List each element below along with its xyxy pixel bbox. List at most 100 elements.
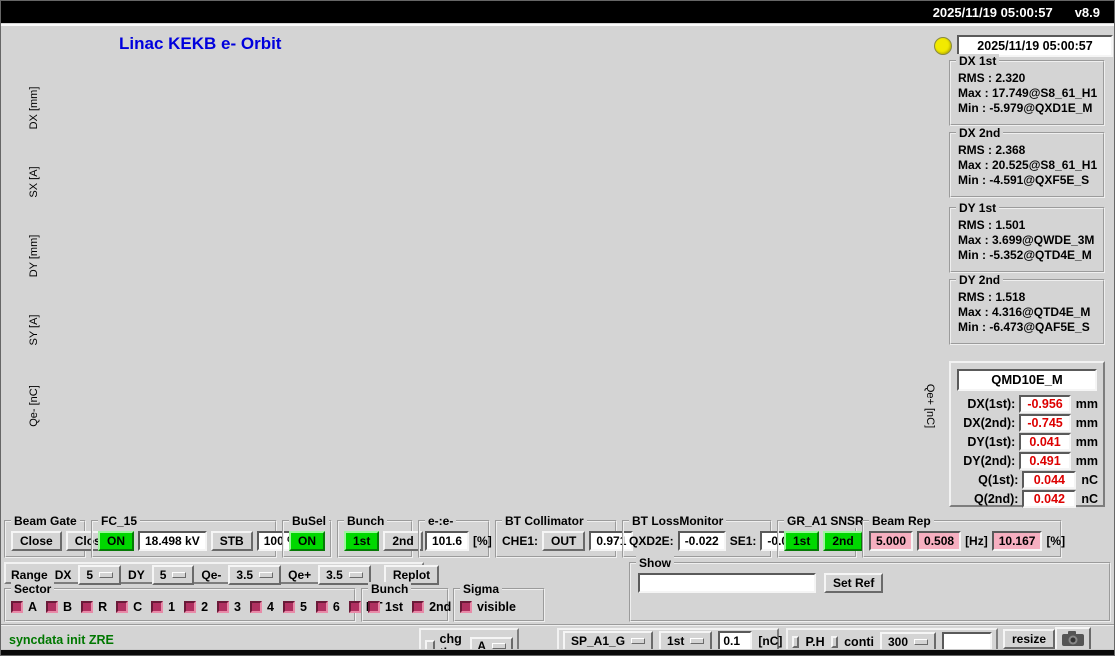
monitor-row-unit: mm: [1075, 415, 1098, 430]
bunch-checkbox-1st[interactable]: [368, 601, 380, 613]
sector-checkbox-r[interactable]: [81, 601, 94, 613]
beam-rep-value-2: 0.508: [917, 531, 962, 551]
ph-checkbox[interactable]: [792, 636, 800, 648]
sp-monitor-select[interactable]: SP_A1_G: [563, 631, 654, 651]
sector-checkbox-c[interactable]: [116, 601, 129, 613]
toggle-item: R: [81, 600, 107, 614]
group-title: Sector: [11, 582, 55, 596]
sector-checkbox-bt[interactable]: [348, 601, 361, 613]
bt-collimator-group: BT Collimator CHE1: OUT 0.971: [495, 514, 634, 558]
fc15-group: FC_15 ON 18.498 kV STB 100 %: [91, 514, 305, 558]
ee-ratio-group: e-:e- 101.6 [%]: [418, 514, 492, 558]
stat-group-dy-2nd: DY 2nd RMS : 1.518 Max : 4.316@QTD4E_M Min…: [949, 273, 1105, 345]
stat-group-title: DY 1st: [956, 201, 1000, 215]
ref-name-input[interactable]: [638, 573, 816, 593]
group-title: Beam Gate: [11, 514, 80, 528]
conti-checkbox[interactable]: [830, 636, 839, 648]
sector-checkbox-2[interactable]: [184, 601, 197, 613]
stat-row: Max : 3.699@QWDE_3M: [958, 233, 1095, 247]
monitor-row-label: Q(2nd):: [973, 491, 1019, 506]
titlebar-version: v8.9: [1074, 4, 1100, 20]
range-qep-select[interactable]: 3.5: [318, 565, 371, 585]
qe-chart: Qe- [nC] Qe+ [nC]: [25, 361, 945, 451]
stat-row: RMS : 2.320: [958, 71, 1026, 85]
bunch-checkbox-2nd[interactable]: [412, 601, 425, 613]
option-menu-ridge-icon: [172, 572, 187, 578]
sector-label: 3: [234, 600, 241, 614]
sy-chart: SY [A]: [25, 308, 903, 352]
toggle-item: 1st: [368, 600, 403, 614]
stat-row: Min : -6.473@QAF5E_S: [958, 320, 1090, 334]
range-dx-select[interactable]: 5: [78, 565, 122, 585]
busel-on-button[interactable]: ON: [289, 531, 325, 551]
window-bottom-edge: [1, 649, 1114, 655]
monitor-row-value: 0.044: [1022, 470, 1077, 489]
stat-row: Min : -5.352@QTD4E_M: [958, 248, 1092, 262]
sigma-checkbox-visible[interactable]: [460, 601, 472, 613]
sector-checkbox-4[interactable]: [249, 601, 262, 613]
ee-ratio-unit: [%]: [473, 534, 492, 548]
range-dy-select[interactable]: 5: [151, 565, 195, 585]
range-qem-select[interactable]: 3.5: [228, 565, 282, 585]
bunch-1st-button[interactable]: 1st: [344, 531, 380, 551]
bunch-label: 1st: [385, 600, 404, 614]
stat-group-title: DX 1st: [956, 54, 1000, 68]
sector-checkbox-a[interactable]: [11, 601, 23, 613]
dx-chart: DX [mm]: [25, 62, 903, 154]
toggle-item: C: [116, 600, 142, 614]
che1-out-button[interactable]: OUT: [542, 531, 586, 551]
group-title: GR_A1 SNSR: [784, 514, 867, 528]
monitor-row-label: DY(2nd):: [963, 453, 1016, 468]
sector-checkbox-1[interactable]: [151, 601, 164, 613]
monitor-panel: QMD10E_M DX(1st): -0.956 mm DX(2nd): -0.745 m…: [949, 361, 1105, 508]
ph-label: P.H: [805, 635, 825, 649]
group-title: Bunch: [344, 514, 388, 528]
sector-checkbox-6[interactable]: [315, 601, 328, 613]
group-title: e-:e-: [425, 514, 457, 528]
bunch-2nd-button[interactable]: 2nd: [383, 531, 423, 551]
monitor-row-value: 0.491: [1019, 451, 1071, 470]
stat-row: RMS : 1.518: [958, 290, 1026, 304]
page-title: Linac KEKB e- Orbit: [119, 34, 282, 53]
toggle-item: 6: [315, 600, 340, 614]
monitor-row-label: DX(2nd):: [963, 415, 1016, 430]
threshold-input[interactable]: [718, 631, 753, 651]
toggle-item: 4: [249, 600, 274, 614]
sector-checkbox-b[interactable]: [46, 601, 59, 613]
bpm-x-axis-labels: [61, 455, 901, 513]
sector-checkbox-3[interactable]: [217, 601, 230, 613]
sector-label: 5: [299, 600, 307, 614]
app-window: 2025/11/19 05:00:57 v8.9 Linac KEKB e- O…: [0, 0, 1115, 656]
sx-chart: SX [A]: [25, 160, 903, 204]
monitor-title: QMD10E_M: [957, 369, 1097, 391]
status-message: syncdata init ZRE: [9, 633, 114, 647]
stat-row: Min : -5.979@QXD1E_M: [958, 101, 1093, 115]
fc15-stb-button[interactable]: STB: [210, 531, 253, 551]
monitor-row: DY(2nd): 0.491 mm: [951, 451, 1103, 470]
monitor-row-value: 0.041: [1019, 432, 1071, 451]
beam-rep-pct-unit: [%]: [1046, 534, 1066, 548]
fc15-on-button[interactable]: ON: [98, 531, 134, 551]
qxd2e-value: -0.022: [677, 531, 726, 551]
gr-a1-snsr-group: GR_A1 SNSR 1st 2nd: [777, 514, 867, 558]
bunch-number-select[interactable]: 1st: [659, 631, 713, 651]
gr-a1-2nd-button[interactable]: 2nd: [823, 531, 863, 551]
dy-chart: DY [mm]: [25, 210, 903, 302]
range-label: Range: [11, 568, 48, 582]
monitor-row: DX(2nd): -0.745 mm: [951, 413, 1103, 432]
sector-label: 1: [168, 600, 176, 614]
stat-row: Max : 17.749@S8_61_H1: [958, 86, 1098, 100]
sigma-group: Sigma visible: [453, 582, 545, 622]
beam-rep-group: Beam Rep 5.000 0.508 [Hz] 10.167 [%]: [862, 514, 1066, 558]
group-title: BuSel: [289, 514, 330, 528]
gr-a1-1st-button[interactable]: 1st: [784, 531, 820, 551]
beam-gate-close-button-1[interactable]: Close: [11, 531, 62, 551]
toggle-item: 5: [282, 600, 307, 614]
sector-checkbox-5[interactable]: [282, 601, 295, 613]
beam-rep-value-3: 10.167: [991, 531, 1043, 551]
monitor-row-label: DY(1st):: [967, 434, 1016, 449]
set-ref-button[interactable]: Set Ref: [824, 573, 884, 593]
sx-axis-label: SX [A]: [28, 166, 40, 198]
stat-group-dx-2nd: DX 2nd RMS : 2.368 Max : 20.525@S8_61_H1 M…: [949, 126, 1105, 198]
resize-button[interactable]: resize: [1003, 629, 1056, 649]
